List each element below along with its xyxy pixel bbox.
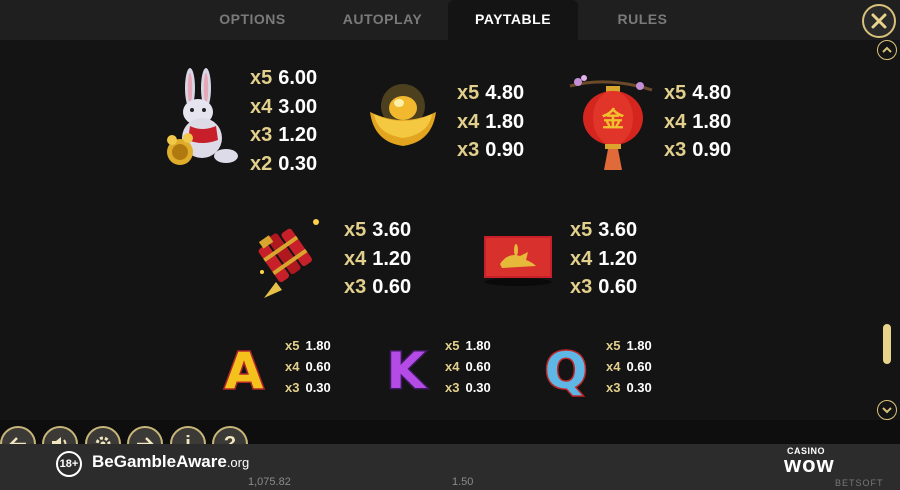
tab-paytable[interactable]: PAYTABLE — [448, 0, 578, 40]
firecrackers-symbol-icon — [258, 219, 319, 298]
tab-rules[interactable]: RULES — [590, 0, 695, 40]
chevron-down-icon — [882, 407, 892, 414]
begambleaware-logo[interactable]: BeGambleAware.org — [92, 452, 249, 472]
gold-ingot-symbol-icon — [370, 84, 436, 146]
rabbit-symbol-icon — [167, 68, 238, 165]
close-button[interactable] — [862, 4, 896, 38]
ingot-paytable: x5 4.80 x4 1.80 x3 0.90 — [457, 82, 525, 161]
age-restriction-badge: 18+ — [56, 451, 82, 477]
scrollbar-thumb[interactable] — [883, 324, 891, 364]
letter-q-paytable: x5 1.80 x4 0.60 x3 0.30 — [606, 338, 652, 395]
rabbit-paytable: x5 6.00 x4 3.00 x3 1.20 x2 0.30 — [250, 67, 318, 175]
tab-bar: OPTIONS AUTOPLAY PAYTABLE RULES — [0, 0, 900, 40]
tab-autoplay[interactable]: AUTOPLAY — [330, 0, 435, 40]
lantern-glyph: 金 — [601, 107, 625, 133]
red-envelope-symbol-icon — [484, 236, 552, 286]
letter-k-glyph: K — [387, 342, 428, 396]
letter-q-glyph: Q — [545, 342, 588, 398]
letter-a-symbol-icon: A — [223, 341, 265, 397]
scroll-up-button[interactable] — [877, 40, 897, 60]
letter-q-symbol-icon: Q — [543, 341, 589, 399]
balance-value: 1,075.82 — [248, 476, 291, 488]
letter-a-paytable: x5 1.80 x4 0.60 x3 0.30 — [285, 338, 331, 395]
casino-wow-logo: wow — [784, 452, 835, 477]
letter-k-symbol-icon: K — [385, 341, 429, 397]
envelope-paytable: x5 3.60 x4 1.20 x3 0.60 — [570, 219, 638, 298]
chevron-up-icon — [882, 46, 892, 53]
scroll-down-button[interactable] — [877, 400, 897, 420]
red-lantern-symbol-icon: 金 — [569, 75, 653, 170]
letter-k-paytable: x5 1.80 x4 0.60 x3 0.30 — [445, 338, 491, 395]
tab-options[interactable]: OPTIONS — [200, 0, 305, 40]
betsoft-logo: BETSOFT — [835, 478, 884, 488]
close-icon — [871, 13, 887, 29]
bet-value: 1.50 — [452, 476, 474, 488]
lantern-paytable: x5 4.80 x4 1.80 x3 0.90 — [664, 82, 732, 161]
letter-a-glyph: A — [225, 342, 264, 396]
firecrackers-paytable: x5 3.60 x4 1.20 x3 0.60 — [344, 219, 412, 298]
